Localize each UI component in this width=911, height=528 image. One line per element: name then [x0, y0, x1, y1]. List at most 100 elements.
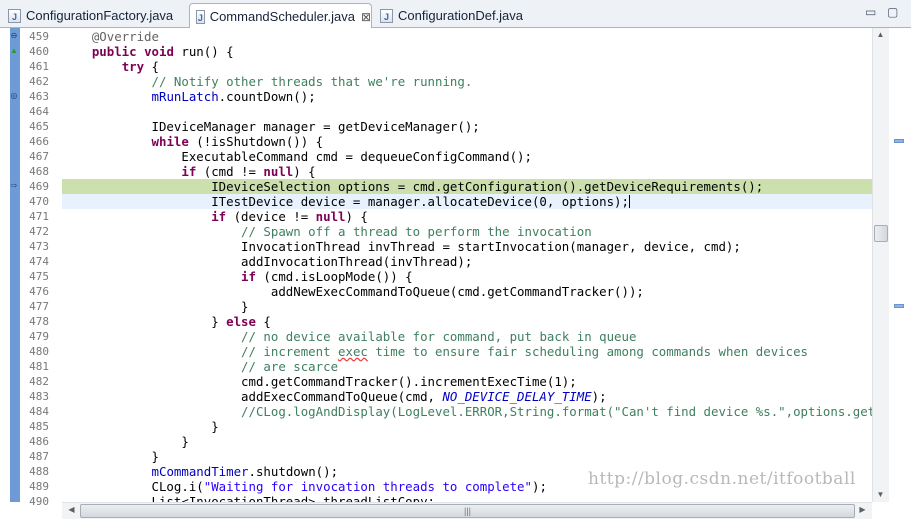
code-token: }	[62, 299, 249, 314]
code-token: .shutdown();	[248, 464, 339, 479]
java-file-icon: J	[196, 9, 205, 24]
code-token: try	[121, 59, 145, 74]
line-number: 462	[29, 75, 49, 88]
code-token: (cmd.isLoopMode()) {	[255, 269, 413, 284]
code-token: time to ensure fair scheduling among com…	[367, 344, 809, 359]
code-token: while	[151, 134, 189, 149]
code-line[interactable]: IDeviceManager manager = getDeviceManage…	[62, 119, 872, 134]
code-line[interactable]: while (!isShutdown()) {	[62, 134, 872, 149]
code-line[interactable]: @Override	[62, 29, 872, 44]
code-line[interactable]: }	[62, 434, 872, 449]
code-token: void	[144, 44, 174, 59]
tab-command-scheduler[interactable]: J CommandScheduler.java ⊠	[189, 3, 372, 29]
scroll-right-icon[interactable]: ▶	[855, 505, 870, 514]
override-marker-icon[interactable]: ▲	[10, 47, 18, 55]
code-line[interactable]: if (cmd.isLoopMode()) {	[62, 269, 872, 284]
code-token: InvocationThread invThread = startInvoca…	[62, 239, 741, 254]
code-token: IDeviceManager manager = getDeviceManage…	[62, 119, 480, 134]
vertical-scrollbar[interactable]: ▲ ▼	[872, 28, 889, 502]
code-line[interactable]: }	[62, 419, 872, 434]
scroll-down-icon[interactable]: ▼	[873, 490, 888, 499]
code-line[interactable]: InvocationThread invThread = startInvoca…	[62, 239, 872, 254]
vertical-scroll-thumb[interactable]	[874, 225, 888, 242]
code-line[interactable]: List<InvocationThread> threadListCopy;	[62, 494, 872, 502]
code-line[interactable]: }	[62, 299, 872, 314]
code-token: // are scarce	[241, 359, 339, 374]
line-number: 466	[29, 135, 49, 148]
close-tab-icon[interactable]: ⊠	[361, 10, 371, 24]
code-text-area[interactable]: @Override public void run() { try { // N…	[62, 28, 872, 502]
tab-configuration-def[interactable]: J ConfigurationDef.java	[374, 3, 534, 28]
code-token: addExecCommandToQueue(cmd,	[62, 389, 443, 404]
line-number: 479	[29, 330, 49, 343]
fold-toggle-icon[interactable]: ⊖	[10, 32, 18, 40]
code-token: NO_DEVICE_DELAY_TIME	[442, 389, 592, 404]
scroll-up-icon[interactable]: ▲	[873, 30, 888, 39]
code-token: }	[62, 419, 219, 434]
code-line[interactable]: try {	[62, 59, 872, 74]
code-line[interactable]: // no device available for command, put …	[62, 329, 872, 344]
overview-ruler	[889, 28, 911, 502]
debug-pointer-icon[interactable]: ⇨	[10, 182, 18, 190]
code-line[interactable]	[62, 104, 872, 119]
code-line[interactable]: //CLog.logAndDisplay(LogLevel.ERROR,Stri…	[62, 404, 872, 419]
code-token: }	[62, 434, 189, 449]
code-line[interactable]: cmd.getCommandTracker().incrementExecTim…	[62, 374, 872, 389]
code-line[interactable]: public void run() {	[62, 44, 872, 59]
line-number: 472	[29, 225, 49, 238]
line-number: 485	[29, 420, 49, 433]
scroll-left-icon[interactable]: ◀	[64, 505, 79, 514]
tab-label: CommandScheduler.java	[209, 9, 355, 24]
horizontal-scrollbar[interactable]: ◀ ||| ▶	[62, 502, 872, 519]
horizontal-scroll-thumb[interactable]: |||	[80, 504, 855, 518]
code-token: // Notify other threads that we're runni…	[151, 74, 473, 89]
code-token: List<InvocationThread> threadListCopy;	[62, 494, 435, 502]
code-line[interactable]: IDeviceSelection options = cmd.getConfig…	[62, 179, 872, 194]
code-line[interactable]: addExecCommandToQueue(cmd, NO_DEVICE_DEL…	[62, 389, 872, 404]
maximize-button[interactable]: ▢	[887, 5, 898, 19]
code-line[interactable]: // are scarce	[62, 359, 872, 374]
code-token: addInvocationThread(invThread);	[62, 254, 473, 269]
line-number: 474	[29, 255, 49, 268]
code-line[interactable]: addNewExecCommandToQueue(cmd.getCommandT…	[62, 284, 872, 299]
code-line[interactable]: ExecutableCommand cmd = dequeueConfigCom…	[62, 149, 872, 164]
overview-marker[interactable]	[894, 139, 904, 143]
code-line[interactable]: // Spawn off a thread to perform the inv…	[62, 224, 872, 239]
code-line[interactable]: if (cmd != null) {	[62, 164, 872, 179]
tab-configuration-factory[interactable]: J ConfigurationFactory.java	[2, 3, 182, 28]
code-line[interactable]: } else {	[62, 314, 872, 329]
code-token: (device !=	[226, 209, 316, 224]
code-token: mCommandTimer	[151, 464, 249, 479]
overview-marker[interactable]	[894, 304, 904, 308]
line-number: 461	[29, 60, 49, 73]
line-number: 489	[29, 480, 49, 493]
code-line[interactable]: mRunLatch.countDown();	[62, 89, 872, 104]
line-number: 488	[29, 465, 49, 478]
code-line[interactable]: // Notify other threads that we're runni…	[62, 74, 872, 89]
code-line[interactable]: ITestDevice device = manager.allocateDev…	[62, 194, 872, 209]
code-token: ) {	[345, 209, 368, 224]
code-token: ITestDevice device = manager.allocateDev…	[62, 194, 629, 209]
search-occurrence-icon[interactable]: ◎	[10, 92, 18, 100]
minimize-button[interactable]: ▭	[865, 5, 876, 19]
code-token: if	[211, 209, 227, 224]
code-editor: ⊖ ▲ ◎ ⇨ 459 460 461 462 463 464 465 466 467 468 469 47…	[0, 28, 911, 528]
line-number: 476	[29, 285, 49, 298]
code-line[interactable]: if (device != null) {	[62, 209, 872, 224]
java-file-icon: J	[8, 8, 21, 23]
code-line[interactable]: }	[62, 449, 872, 464]
code-token: (cmd !=	[196, 164, 264, 179]
code-line[interactable]: // increment exec time to ensure fair sc…	[62, 344, 872, 359]
code-token: @Override	[91, 29, 159, 44]
code-line[interactable]: addInvocationThread(invThread);	[62, 254, 872, 269]
